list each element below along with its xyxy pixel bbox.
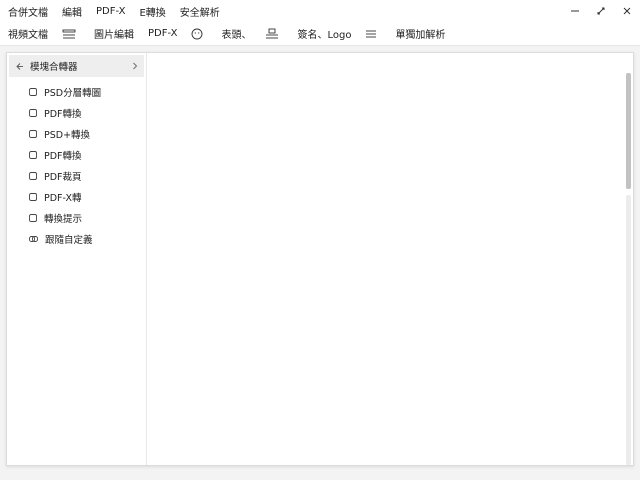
close-icon (623, 7, 631, 15)
menu-item-security[interactable]: 安全解析 (180, 4, 220, 19)
restore-button[interactable] (588, 0, 614, 22)
sidebar-item-psd-layers[interactable]: PSD分層轉圖 (7, 81, 146, 102)
stamp-icon (265, 28, 279, 39)
toolbar-pdfx[interactable]: PDF-X (148, 28, 177, 39)
hamburger-icon (365, 29, 377, 39)
sidebar-item-label: PSD分層轉圖 (44, 87, 102, 99)
toolbar-layers-button[interactable] (62, 29, 80, 39)
checkbox-icon (29, 108, 37, 117)
menu-item-convert[interactable]: E轉換 (139, 4, 165, 19)
toolbar-label: 單獨加解析 (395, 30, 446, 41)
toolbar-video-doc[interactable]: 視頻文檔 (8, 26, 48, 41)
sidebar-item-custom[interactable]: 跟隨自定義 (7, 228, 146, 249)
window-controls (562, 0, 640, 22)
sidebar-item-label: PSD+轉換 (44, 129, 91, 141)
toolbar-header[interactable]: 表頭、 (221, 26, 251, 41)
sidebar-item-label: PDF轉換 (44, 108, 82, 120)
sidebar-header-label: 模塊合轉器 (30, 62, 78, 73)
link-icon (29, 235, 38, 242)
scroll-thumb[interactable] (626, 73, 631, 189)
left-arrow-icon (16, 62, 23, 70)
face-icon (191, 28, 203, 40)
checkbox-icon (29, 213, 37, 222)
toolbar-label: 表頭、 (221, 30, 252, 41)
sidebar-item-pdf-convert-2[interactable]: PDF轉換 (7, 144, 146, 165)
toolbar-label: 簽名、Logo (297, 30, 352, 41)
toolbar-menu-button[interactable] (365, 29, 381, 39)
sidebar-item-pdfx[interactable]: PDF-X轉 (7, 186, 146, 207)
title-bar: 合併文檔 編輯 PDF-X E轉換 安全解析 (0, 0, 640, 22)
checkbox-icon (29, 171, 37, 180)
toolbar-label: 圖片編輯 (94, 30, 134, 41)
sidebar: 模塊合轉器 PSD分層轉圖 PDF轉換 PSD+轉換 PDF轉換 PDF裁頁 P… (7, 53, 147, 465)
sidebar-item-label: 跟隨自定義 (45, 234, 93, 246)
checkbox-icon (29, 192, 37, 201)
sidebar-item-label: PDF-X轉 (44, 192, 82, 204)
sidebar-item-psd-plus[interactable]: PSD+轉換 (7, 123, 146, 144)
toolbar-face-button[interactable] (191, 28, 207, 40)
vertical-scrollbar[interactable] (626, 73, 631, 465)
minimize-button[interactable] (562, 0, 588, 22)
toolbar-decrypt[interactable]: 單獨加解析 (395, 26, 445, 41)
restore-icon (597, 7, 605, 15)
toolbar-stamp-button[interactable] (265, 28, 283, 39)
toolbar: 視頻文檔 圖片編輯 PDF-X 表頭、 簽名、Logo 單獨加解析 (0, 22, 640, 46)
sidebar-item-label: PDF裁頁 (44, 171, 82, 183)
sidebar-item-label: PDF轉換 (44, 150, 82, 162)
layers-icon (62, 29, 76, 39)
toolbar-image-edit[interactable]: 圖片編輯 (94, 26, 134, 41)
close-button[interactable] (614, 0, 640, 22)
content-panel: 模塊合轉器 PSD分層轉圖 PDF轉換 PSD+轉換 PDF轉換 PDF裁頁 P… (6, 52, 634, 466)
scroll-track[interactable] (626, 195, 631, 465)
checkbox-icon (29, 150, 37, 159)
toolbar-label: 視頻文檔 (8, 30, 48, 41)
menu-bar: 合併文檔 編輯 PDF-X E轉換 安全解析 (0, 0, 234, 22)
sidebar-item-pdf-crop[interactable]: PDF裁頁 (7, 165, 146, 186)
minimize-icon (571, 10, 579, 12)
sidebar-item-pdf-convert[interactable]: PDF轉換 (7, 102, 146, 123)
main-area[interactable] (148, 53, 633, 465)
checkbox-icon (29, 87, 37, 96)
menu-item-pdfx[interactable]: PDF-X (96, 6, 125, 17)
menu-item-edit[interactable]: 編輯 (62, 4, 82, 19)
toolbar-label: PDF-X (148, 28, 178, 39)
menu-item-merge[interactable]: 合併文檔 (8, 4, 48, 19)
chevron-right-icon (133, 62, 138, 70)
toolbar-signature-logo[interactable]: 簽名、Logo (297, 26, 351, 41)
sidebar-header[interactable]: 模塊合轉器 (9, 55, 144, 77)
sidebar-item-convert-hint[interactable]: 轉換提示 (7, 207, 146, 228)
checkbox-icon (29, 129, 37, 138)
sidebar-item-label: 轉換提示 (44, 213, 83, 225)
